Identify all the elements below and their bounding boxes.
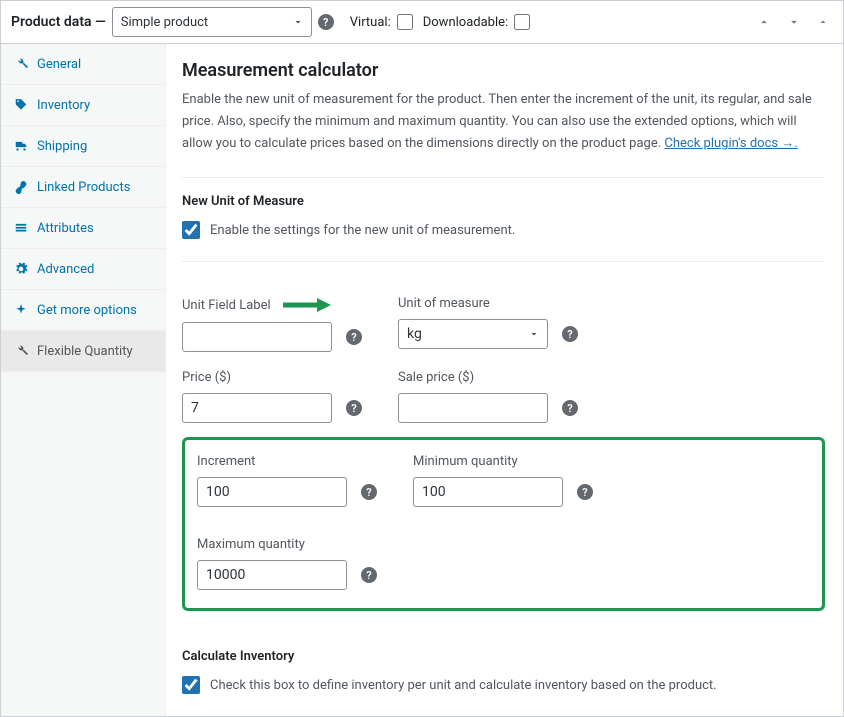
downloadable-toggle[interactable]: Downloadable:	[423, 14, 530, 30]
increment-label: Increment	[197, 454, 383, 469]
calc-inventory-checkbox[interactable]	[182, 676, 200, 694]
tab-inventory[interactable]: Inventory	[1, 85, 165, 126]
tab-linked-products[interactable]: Linked Products	[1, 167, 165, 208]
unit-of-measure-label: Unit of measure	[398, 296, 584, 311]
sale-price-input[interactable]	[398, 393, 548, 423]
product-data-tabs: General Inventory Shipping Linked Produc…	[1, 44, 166, 716]
truck-icon	[13, 138, 29, 154]
panel-header: Product data — Simple product ? Virtual:…	[1, 1, 843, 44]
tab-advanced[interactable]: Advanced	[1, 249, 165, 290]
help-icon[interactable]: ?	[346, 400, 362, 416]
help-icon[interactable]: ?	[318, 14, 334, 30]
virtual-checkbox[interactable]	[397, 14, 413, 30]
min-qty-input[interactable]	[413, 477, 563, 507]
enable-unit-row[interactable]: Enable the settings for the new unit of …	[182, 221, 825, 239]
enable-unit-checkbox[interactable]	[182, 221, 200, 239]
tab-general[interactable]: General	[1, 44, 165, 85]
arrow-right-icon	[281, 296, 331, 314]
link-icon	[13, 179, 29, 195]
downloadable-checkbox[interactable]	[514, 14, 530, 30]
max-qty-label: Maximum quantity	[197, 537, 383, 552]
section-description: Enable the new unit of measurement for t…	[182, 89, 825, 155]
tab-attributes[interactable]: Attributes	[1, 208, 165, 249]
price-input[interactable]	[182, 393, 332, 423]
wrench-icon	[13, 343, 29, 359]
increment-input[interactable]	[197, 477, 347, 507]
help-icon[interactable]: ?	[562, 400, 578, 416]
unit-of-measure-select[interactable]: kg	[398, 319, 548, 349]
move-up-button[interactable]	[753, 13, 775, 31]
unit-field-label-input[interactable]	[182, 322, 332, 352]
help-icon[interactable]: ?	[577, 484, 593, 500]
virtual-toggle[interactable]: Virtual:	[350, 14, 413, 30]
help-icon[interactable]: ?	[361, 567, 377, 583]
spark-icon	[13, 302, 29, 318]
new-unit-heading: New Unit of Measure	[182, 194, 825, 209]
min-qty-label: Minimum quantity	[413, 454, 599, 469]
max-qty-input[interactable]	[197, 560, 347, 590]
tab-content: Measurement calculator Enable the new un…	[166, 44, 843, 716]
section-title: Measurement calculator	[182, 60, 825, 81]
help-icon[interactable]: ?	[346, 329, 362, 345]
sale-price-label: Sale price ($)	[398, 370, 584, 385]
move-down-button[interactable]	[783, 13, 805, 31]
wrench-icon	[13, 56, 29, 72]
tab-shipping[interactable]: Shipping	[1, 126, 165, 167]
gear-icon	[13, 261, 29, 277]
product-type-select[interactable]: Simple product	[112, 7, 312, 37]
help-icon[interactable]: ?	[562, 326, 578, 342]
tab-get-more-options[interactable]: Get more options	[1, 290, 165, 331]
tag-icon	[13, 97, 29, 113]
unit-field-label-label: Unit Field Label	[182, 298, 271, 313]
docs-link[interactable]: Check plugin's docs →.	[664, 136, 797, 151]
tab-flexible-quantity[interactable]: Flexible Quantity	[1, 331, 165, 372]
help-icon[interactable]: ?	[361, 484, 377, 500]
quantity-highlight-box: Increment ? Minimum quantity ?	[182, 437, 825, 611]
price-label: Price ($)	[182, 370, 368, 385]
collapse-button[interactable]	[813, 14, 833, 30]
panel-title: Product data —	[11, 14, 106, 30]
list-icon	[13, 220, 29, 236]
calc-inventory-row[interactable]: Check this box to define inventory per u…	[182, 676, 825, 694]
calc-inventory-heading: Calculate Inventory	[182, 649, 825, 664]
